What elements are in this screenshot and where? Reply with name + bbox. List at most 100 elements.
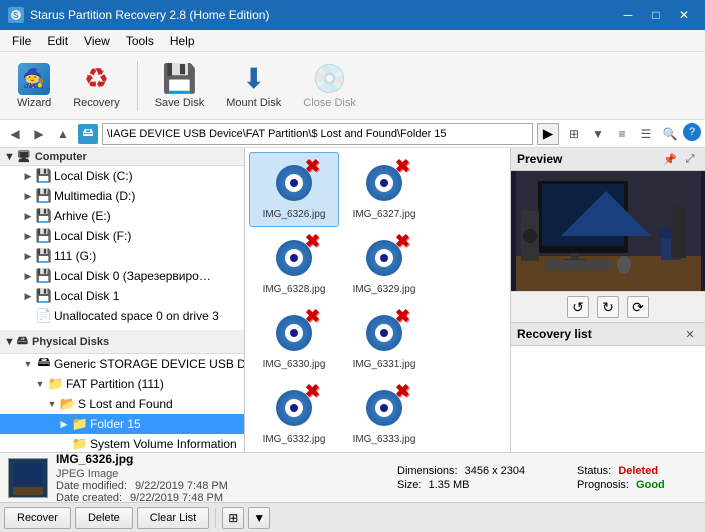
tree-item-multimedia-d[interactable]: ▶ 💾 Multimedia (D:) xyxy=(0,186,244,206)
recovery-label: Recovery xyxy=(73,97,119,109)
tree-item-local-f[interactable]: ▶ 💾 Local Disk (F:) xyxy=(0,226,244,246)
tree-item-s-lost-found[interactable]: ▼ 📂 S Lost and Found xyxy=(0,394,244,414)
view-list-button[interactable]: ≡ xyxy=(611,123,633,145)
file-item[interactable]: ✖ IMG_6333.jpg xyxy=(339,377,429,452)
content-panel: ✖ IMG_6326.jpg ✖ IMG_6327.jpg xyxy=(245,148,510,452)
tree-item-fat-partition[interactable]: ▼ 📁 FAT Partition (111) xyxy=(0,374,244,394)
tree-item-111-g[interactable]: ▶ 💾 111 (G:) xyxy=(0,246,244,266)
status-type: JPEG Image xyxy=(56,468,118,480)
mount-disk-button[interactable]: ⬇ Mount Disk xyxy=(217,58,290,114)
maximize-button[interactable]: □ xyxy=(643,5,669,25)
preview-expand-button[interactable]: ⤢ xyxy=(681,151,699,167)
status-bar: IMG_6326.jpg JPEG Image Date modified: 9… xyxy=(0,452,705,502)
forward-button[interactable]: ▶ xyxy=(28,123,50,145)
expand-multimedia-d: ▶ xyxy=(20,188,36,204)
computer-section[interactable]: ▼ 🖥 Computer xyxy=(0,148,244,166)
prognosis-value: Good xyxy=(636,479,665,491)
recovery-icon: ♻ xyxy=(80,63,112,95)
deleted-file-icon: ✖ xyxy=(360,309,408,357)
action-icon-btn-2[interactable]: ▼ xyxy=(248,507,270,529)
recovery-list-close-button[interactable]: ✕ xyxy=(681,326,699,342)
svg-text:S: S xyxy=(13,11,18,20)
search-button[interactable]: 🔍 xyxy=(659,123,681,145)
expand-111-g: ▶ xyxy=(20,248,36,264)
file-item[interactable]: ✖ IMG_6328.jpg xyxy=(249,227,339,302)
file-item[interactable]: ✖ IMG_6330.jpg xyxy=(249,302,339,377)
preview-title: Preview xyxy=(517,152,562,166)
file-item[interactable]: ✖ IMG_6332.jpg xyxy=(249,377,339,452)
disk-icon-g: 💾 xyxy=(36,248,52,264)
mount-disk-icon: ⬇ xyxy=(238,63,270,95)
tree-item-arhive-e[interactable]: ▶ 💾 Arhive (E:) xyxy=(0,206,244,226)
tree-item-local-disk-1[interactable]: ▶ 💾 Local Disk 1 xyxy=(0,286,244,306)
deleted-x-mark: ✖ xyxy=(395,232,410,250)
expand-physical-disks-icon: ▼ xyxy=(4,336,15,348)
expand-generic-usb: ▼ xyxy=(20,356,36,372)
expand-local-f: ▶ xyxy=(20,228,36,244)
close-disk-label: Close Disk xyxy=(303,97,356,109)
deleted-file-icon: ✖ xyxy=(270,309,318,357)
preview-rotate-right-button[interactable]: ↻ xyxy=(597,296,619,318)
preview-refresh-button[interactable]: ⟳ xyxy=(627,296,649,318)
expand-disk-0: ▶ xyxy=(20,268,36,284)
created-value: 9/22/2019 7:48 PM xyxy=(130,492,223,504)
status-thumbnail xyxy=(8,458,48,498)
tree-item-sys-vol-info[interactable]: 📁 System Volume Information xyxy=(0,434,244,452)
window-title: Starus Partition Recovery 2.8 (Home Edit… xyxy=(30,8,269,22)
up-button[interactable]: ▲ xyxy=(52,123,74,145)
disk-icon-1: 💾 xyxy=(36,288,52,304)
unallocated-icon: 📄 xyxy=(36,308,52,324)
tree-item-unallocated-0[interactable]: 📄 Unallocated space 0 on drive 3 xyxy=(0,306,244,326)
recover-button[interactable]: Recover xyxy=(4,507,71,529)
wizard-icon: 🧙 xyxy=(18,63,50,95)
wizard-button[interactable]: 🧙 Wizard xyxy=(8,58,60,114)
address-input[interactable] xyxy=(102,123,533,145)
address-go-button[interactable]: ▶ xyxy=(537,123,559,145)
created-label: Date created: xyxy=(56,492,122,504)
clear-list-button[interactable]: Clear List xyxy=(137,507,209,529)
save-disk-button[interactable]: 💾 Save Disk xyxy=(146,58,214,114)
help-button[interactable]: ? xyxy=(683,123,701,141)
preview-pin-button[interactable]: 📌 xyxy=(661,151,679,167)
fat-partition-icon: 📁 xyxy=(48,376,64,392)
tree-panel: ▼ 🖥 Computer ▶ 💾 Local Disk (C:) ▶ 💾 Mul… xyxy=(0,148,245,452)
computer-label: Computer xyxy=(35,151,87,163)
minimize-button[interactable]: ─ xyxy=(615,5,641,25)
file-name: IMG_6328.jpg xyxy=(263,284,326,295)
deleted-x-mark: ✖ xyxy=(395,307,410,325)
file-item[interactable]: ✖ IMG_6329.jpg xyxy=(339,227,429,302)
recovery-button[interactable]: ♻ Recovery xyxy=(64,58,128,114)
close-disk-button[interactable]: 💿 Close Disk xyxy=(294,58,365,114)
close-button[interactable]: ✕ xyxy=(671,5,697,25)
tree-item-generic-usb[interactable]: ▼ 🖴 Generic STORAGE DEVICE USB Device xyxy=(0,354,244,374)
tree-item-local-c[interactable]: ▶ 💾 Local Disk (C:) xyxy=(0,166,244,186)
back-button[interactable]: ◀ xyxy=(4,123,26,145)
menu-help[interactable]: Help xyxy=(162,32,203,50)
file-item[interactable]: ✖ IMG_6326.jpg xyxy=(249,152,339,227)
file-item[interactable]: ✖ IMG_6331.jpg xyxy=(339,302,429,377)
nav-buttons: ◀ ▶ ▲ xyxy=(4,123,74,145)
disk-icon: 💾 xyxy=(36,168,52,184)
recovery-list-area[interactable] xyxy=(511,346,705,452)
tree-item-local-disk-0[interactable]: ▶ 💾 Local Disk 0 (Зарезервировано систе.… xyxy=(0,266,244,286)
delete-button[interactable]: Delete xyxy=(75,507,133,529)
tree-item-folder-15[interactable]: ▶ 📁 Folder 15 xyxy=(0,414,244,434)
view-detail-button[interactable]: ☰ xyxy=(635,123,657,145)
view-large-button[interactable]: ⊞ xyxy=(563,123,585,145)
s-lost-found-icon: 📂 xyxy=(60,396,76,412)
preview-rotate-left-button[interactable]: ↺ xyxy=(567,296,589,318)
action-icon-btn-1[interactable]: ⊞ xyxy=(222,507,244,529)
filter-button[interactable]: ▼ xyxy=(587,123,609,145)
file-thumb: ✖ xyxy=(360,234,408,282)
menu-tools[interactable]: Tools xyxy=(118,32,162,50)
physical-disks-section[interactable]: ▼ 🖴 Physical Disks xyxy=(0,330,244,354)
window-controls: ─ □ ✕ xyxy=(615,5,697,25)
menu-edit[interactable]: Edit xyxy=(39,32,76,50)
status-info: IMG_6326.jpg JPEG Image Date modified: 9… xyxy=(56,452,397,504)
file-item[interactable]: ✖ IMG_6327.jpg xyxy=(339,152,429,227)
file-name: IMG_6333.jpg xyxy=(353,434,416,445)
usb-icon: 🖴 xyxy=(36,356,52,372)
expand-arhive-e: ▶ xyxy=(20,208,36,224)
menu-file[interactable]: File xyxy=(4,32,39,50)
menu-view[interactable]: View xyxy=(76,32,118,50)
